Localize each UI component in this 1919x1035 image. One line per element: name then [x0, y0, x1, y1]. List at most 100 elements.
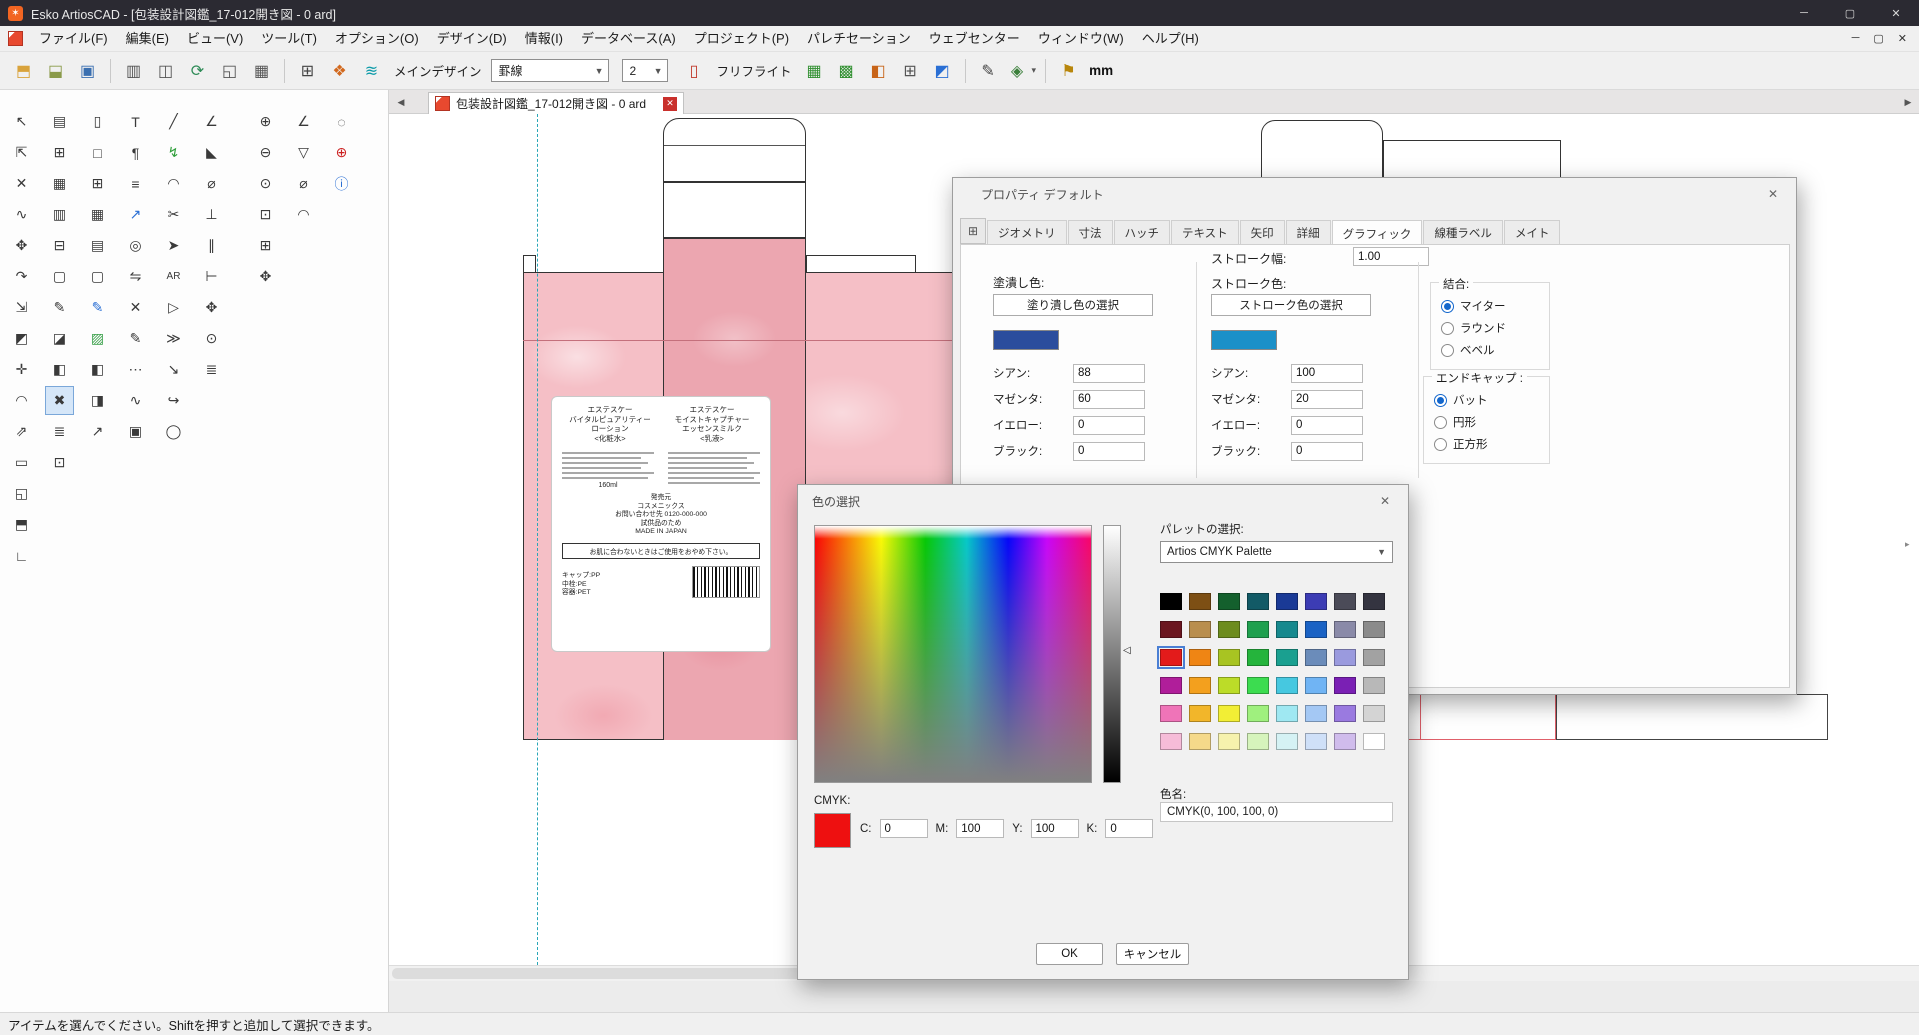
slider-marker-icon[interactable]: ◁ — [1123, 645, 1131, 656]
info-tool[interactable]: ⓘ — [328, 170, 355, 197]
duplicate-icon[interactable]: ◱ — [216, 57, 243, 84]
menu-item[interactable]: ウィンドウ(W) — [1029, 26, 1133, 51]
palette-swatch[interactable] — [1189, 733, 1211, 750]
preview-icon[interactable]: ◫ — [152, 57, 179, 84]
bucket2-tool[interactable]: ◧ — [84, 356, 111, 383]
pencil-blue-tool[interactable]: ✎ — [84, 294, 111, 321]
units-flag-icon[interactable]: ⚑ — [1055, 57, 1082, 84]
chevrons-tool[interactable]: ≫ — [160, 325, 187, 352]
palette-swatch[interactable] — [1160, 593, 1182, 610]
arc-tool[interactable]: ◠ — [8, 387, 35, 414]
text-tool[interactable]: T — [122, 108, 149, 135]
lightning-tool[interactable]: ↯ — [160, 139, 187, 166]
add-point-tool[interactable]: ✛ — [8, 356, 35, 383]
target-tool[interactable]: ◎ — [122, 232, 149, 259]
menu-item[interactable]: プロジェクト(P) — [685, 26, 798, 51]
join-option[interactable]: ベベル — [1431, 339, 1549, 361]
panel-tool[interactable]: ⬒ — [8, 511, 35, 538]
dock-handle-icon[interactable]: ⊞ — [960, 218, 986, 244]
close-button[interactable]: ✕ — [1873, 0, 1919, 26]
node-edit-tool[interactable]: ⇱ — [8, 139, 35, 166]
palette-swatch[interactable] — [1276, 621, 1298, 638]
child-close-button[interactable]: ✕ — [1898, 32, 1907, 45]
palette-swatch[interactable] — [1334, 621, 1356, 638]
arrow-ne-tool[interactable]: ↗ — [84, 418, 111, 445]
fill-color-swatch[interactable] — [993, 330, 1059, 350]
cmyk-field-input[interactable] — [1105, 819, 1153, 838]
line-angle-tool[interactable]: ⇗ — [8, 418, 35, 445]
menu-item[interactable]: デザイン(D) — [428, 26, 516, 51]
reroute-tool[interactable]: ↪ — [160, 387, 187, 414]
scale-tool[interactable]: ⇲ — [8, 294, 35, 321]
corner-tool[interactable]: ∟ — [8, 542, 35, 569]
document-tab[interactable]: 包装設計図鑑_17-012開き図 - 0 ard ✕ — [428, 92, 684, 114]
monitor-tool[interactable]: ▥ — [46, 201, 73, 228]
brightness-slider[interactable] — [1103, 525, 1121, 783]
zoom-in-tool[interactable]: ⊕ — [252, 108, 279, 135]
palette-swatch[interactable] — [1218, 649, 1240, 666]
palette-swatch[interactable] — [1363, 593, 1385, 610]
circle-tool[interactable]: ◯ — [160, 418, 187, 445]
fill-dark-tool[interactable]: ◪ — [46, 325, 73, 352]
palette-swatch[interactable] — [1305, 677, 1327, 694]
menu-item[interactable]: 編集(E) — [117, 26, 178, 51]
fill-cmyk-input[interactable] — [1073, 416, 1145, 435]
palette-swatch[interactable] — [1247, 649, 1269, 666]
palette-swatch[interactable] — [1276, 677, 1298, 694]
snap-tool[interactable]: ⊙ — [198, 325, 225, 352]
palette-swatch[interactable] — [1305, 593, 1327, 610]
join-option[interactable]: ラウンド — [1431, 317, 1549, 339]
square-tool[interactable]: □ — [84, 139, 111, 166]
tab-5[interactable]: 矢印 — [1240, 220, 1285, 244]
palette-swatch[interactable] — [1334, 733, 1356, 750]
palette-swatch[interactable] — [1247, 593, 1269, 610]
freehand-tool[interactable]: ∿ — [8, 201, 35, 228]
copy-tool[interactable]: ◱ — [8, 480, 35, 507]
import-icon[interactable]: ⬓ — [42, 57, 69, 84]
pencil2-tool[interactable]: ✎ — [122, 325, 149, 352]
ar-label-tool[interactable]: AR — [160, 263, 187, 290]
join-option[interactable]: マイター — [1431, 295, 1549, 317]
menu-item[interactable]: ヘルプ(H) — [1133, 26, 1208, 51]
overlay-hatch2-icon[interactable]: ▩ — [833, 57, 860, 84]
cells-tool[interactable]: ▦ — [46, 170, 73, 197]
map-layer-icon[interactable]: ◈ — [1004, 57, 1031, 84]
palette-swatch[interactable] — [1305, 621, 1327, 638]
palette-swatch[interactable] — [1218, 593, 1240, 610]
fill-region-tool[interactable]: ◩ — [8, 325, 35, 352]
fill-cmyk-input[interactable] — [1073, 442, 1145, 461]
palette-swatch[interactable] — [1189, 705, 1211, 722]
open-folder-icon[interactable]: ⬒ — [10, 57, 37, 84]
fill-cmyk-input[interactable] — [1073, 364, 1145, 383]
palette-swatch[interactable] — [1189, 593, 1211, 610]
stroke-cmyk-input[interactable] — [1291, 364, 1363, 383]
hatch-green-tool[interactable]: ▨ — [84, 325, 111, 352]
tab-6[interactable]: 詳細 — [1286, 220, 1331, 244]
diagonal-view-icon[interactable]: ◩ — [929, 57, 956, 84]
color-gradient-field[interactable] — [814, 525, 1092, 783]
stroke-color-swatch[interactable] — [1211, 330, 1277, 350]
spreadsheet-icon[interactable]: ⊞ — [294, 57, 321, 84]
freeflight-icon[interactable]: ▯ — [681, 57, 708, 84]
select-tool[interactable]: ↖ — [8, 108, 35, 135]
palette-swatch[interactable] — [1247, 677, 1269, 694]
palette-swatch[interactable] — [1247, 705, 1269, 722]
zoom-area-tool[interactable]: ⊡ — [252, 201, 279, 228]
ok-button[interactable]: OK — [1036, 943, 1103, 965]
table-tool[interactable]: ⊞ — [46, 139, 73, 166]
table-icon[interactable]: ▦ — [248, 57, 275, 84]
child-minimize-button[interactable]: ─ — [1852, 32, 1860, 45]
screen-tool[interactable]: ▦ — [84, 201, 111, 228]
diagonal-tool[interactable]: ╱ — [160, 108, 187, 135]
stroke-cmyk-input[interactable] — [1291, 442, 1363, 461]
mirror-tool[interactable]: ⇋ — [122, 263, 149, 290]
menu-item[interactable]: データベース(A) — [572, 26, 685, 51]
measure-tool[interactable]: ⊢ — [198, 263, 225, 290]
child-restore-button[interactable]: ▢ — [1873, 32, 1883, 45]
tab-1[interactable]: ジオメトリ — [987, 220, 1067, 244]
palette-swatch[interactable] — [1363, 677, 1385, 694]
dots-tool[interactable]: ⋯ — [122, 356, 149, 383]
palette-swatch[interactable] — [1218, 705, 1240, 722]
knife-tool[interactable]: ✖ — [46, 387, 73, 414]
memo-tool[interactable]: ▢ — [84, 263, 111, 290]
